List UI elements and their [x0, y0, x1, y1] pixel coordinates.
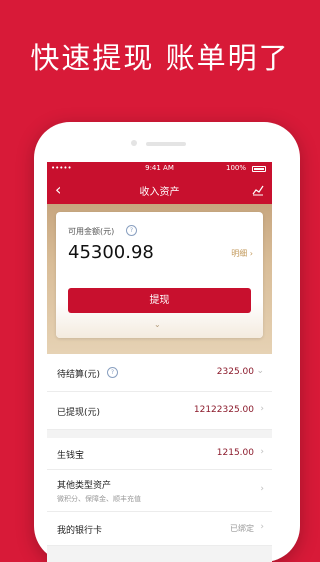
details-link[interactable]: 明细 ›: [231, 248, 253, 259]
balance-hero: 可用金额(元) ? 45300.98 明细 › 提现 ⌄: [47, 204, 272, 354]
chevron-right-icon: ›: [260, 522, 264, 532]
phone-frame: ••••• 9:41 AM 100% ‹ 收入资产 可用金额(元) ? 4530…: [34, 122, 300, 562]
row-label: 我的银行卡: [57, 526, 103, 536]
chevron-down-icon: ⌄: [256, 366, 264, 376]
withdraw-button[interactable]: 提现: [68, 288, 251, 313]
row-value: 2325.00: [216, 367, 254, 377]
available-balance-value: 45300.98: [68, 242, 154, 263]
help-icon[interactable]: ?: [107, 367, 118, 378]
page-title: 收入资产: [139, 187, 180, 198]
chevron-right-icon: ›: [260, 484, 264, 494]
row-sublabel: 微积分、保障金、顺丰充值: [57, 495, 141, 503]
promo-title: 快速提现 账单明了: [30, 41, 290, 75]
row-shengqianbao[interactable]: 生钱宝 1215.00 ›: [47, 438, 272, 470]
chart-icon[interactable]: [252, 184, 264, 196]
chevron-down-icon[interactable]: ⌄: [154, 320, 161, 329]
row-label: 其他类型资产: [57, 481, 112, 491]
nav-bar: ‹ 收入资产: [47, 176, 272, 204]
row-value: 12122325.00: [193, 405, 254, 415]
chevron-right-icon: ›: [260, 447, 264, 457]
row-label: 已提现(元): [57, 408, 101, 418]
phone-camera: [131, 140, 137, 146]
phone-speaker: [146, 142, 186, 146]
battery-percent: 100%: [225, 164, 246, 172]
status-bar: ••••• 9:41 AM 100%: [47, 162, 272, 176]
row-value: 1215.00: [216, 448, 254, 458]
chevron-right-icon: ›: [260, 404, 264, 414]
row-other-assets[interactable]: 其他类型资产 微积分、保障金、顺丰充值 ›: [47, 470, 272, 512]
row-bank-cards[interactable]: 我的银行卡 已绑定 ›: [47, 512, 272, 546]
row-pending-settlement[interactable]: 待结算(元) ? 2325.00 ⌄: [47, 354, 272, 392]
row-value: 已绑定: [230, 524, 254, 533]
help-icon[interactable]: ?: [126, 225, 137, 236]
battery-icon: [252, 166, 266, 172]
balance-card: 可用金额(元) ? 45300.98 明细 › 提现 ⌄: [56, 212, 263, 338]
row-label: 生钱宝: [57, 451, 85, 461]
available-balance-label: 可用金额(元): [68, 227, 115, 236]
app-screen: ••••• 9:41 AM 100% ‹ 收入资产 可用金额(元) ? 4530…: [47, 162, 272, 562]
row-label: 待结算(元): [57, 370, 101, 380]
row-withdrawn[interactable]: 已提现(元) 12122325.00 ›: [47, 392, 272, 430]
